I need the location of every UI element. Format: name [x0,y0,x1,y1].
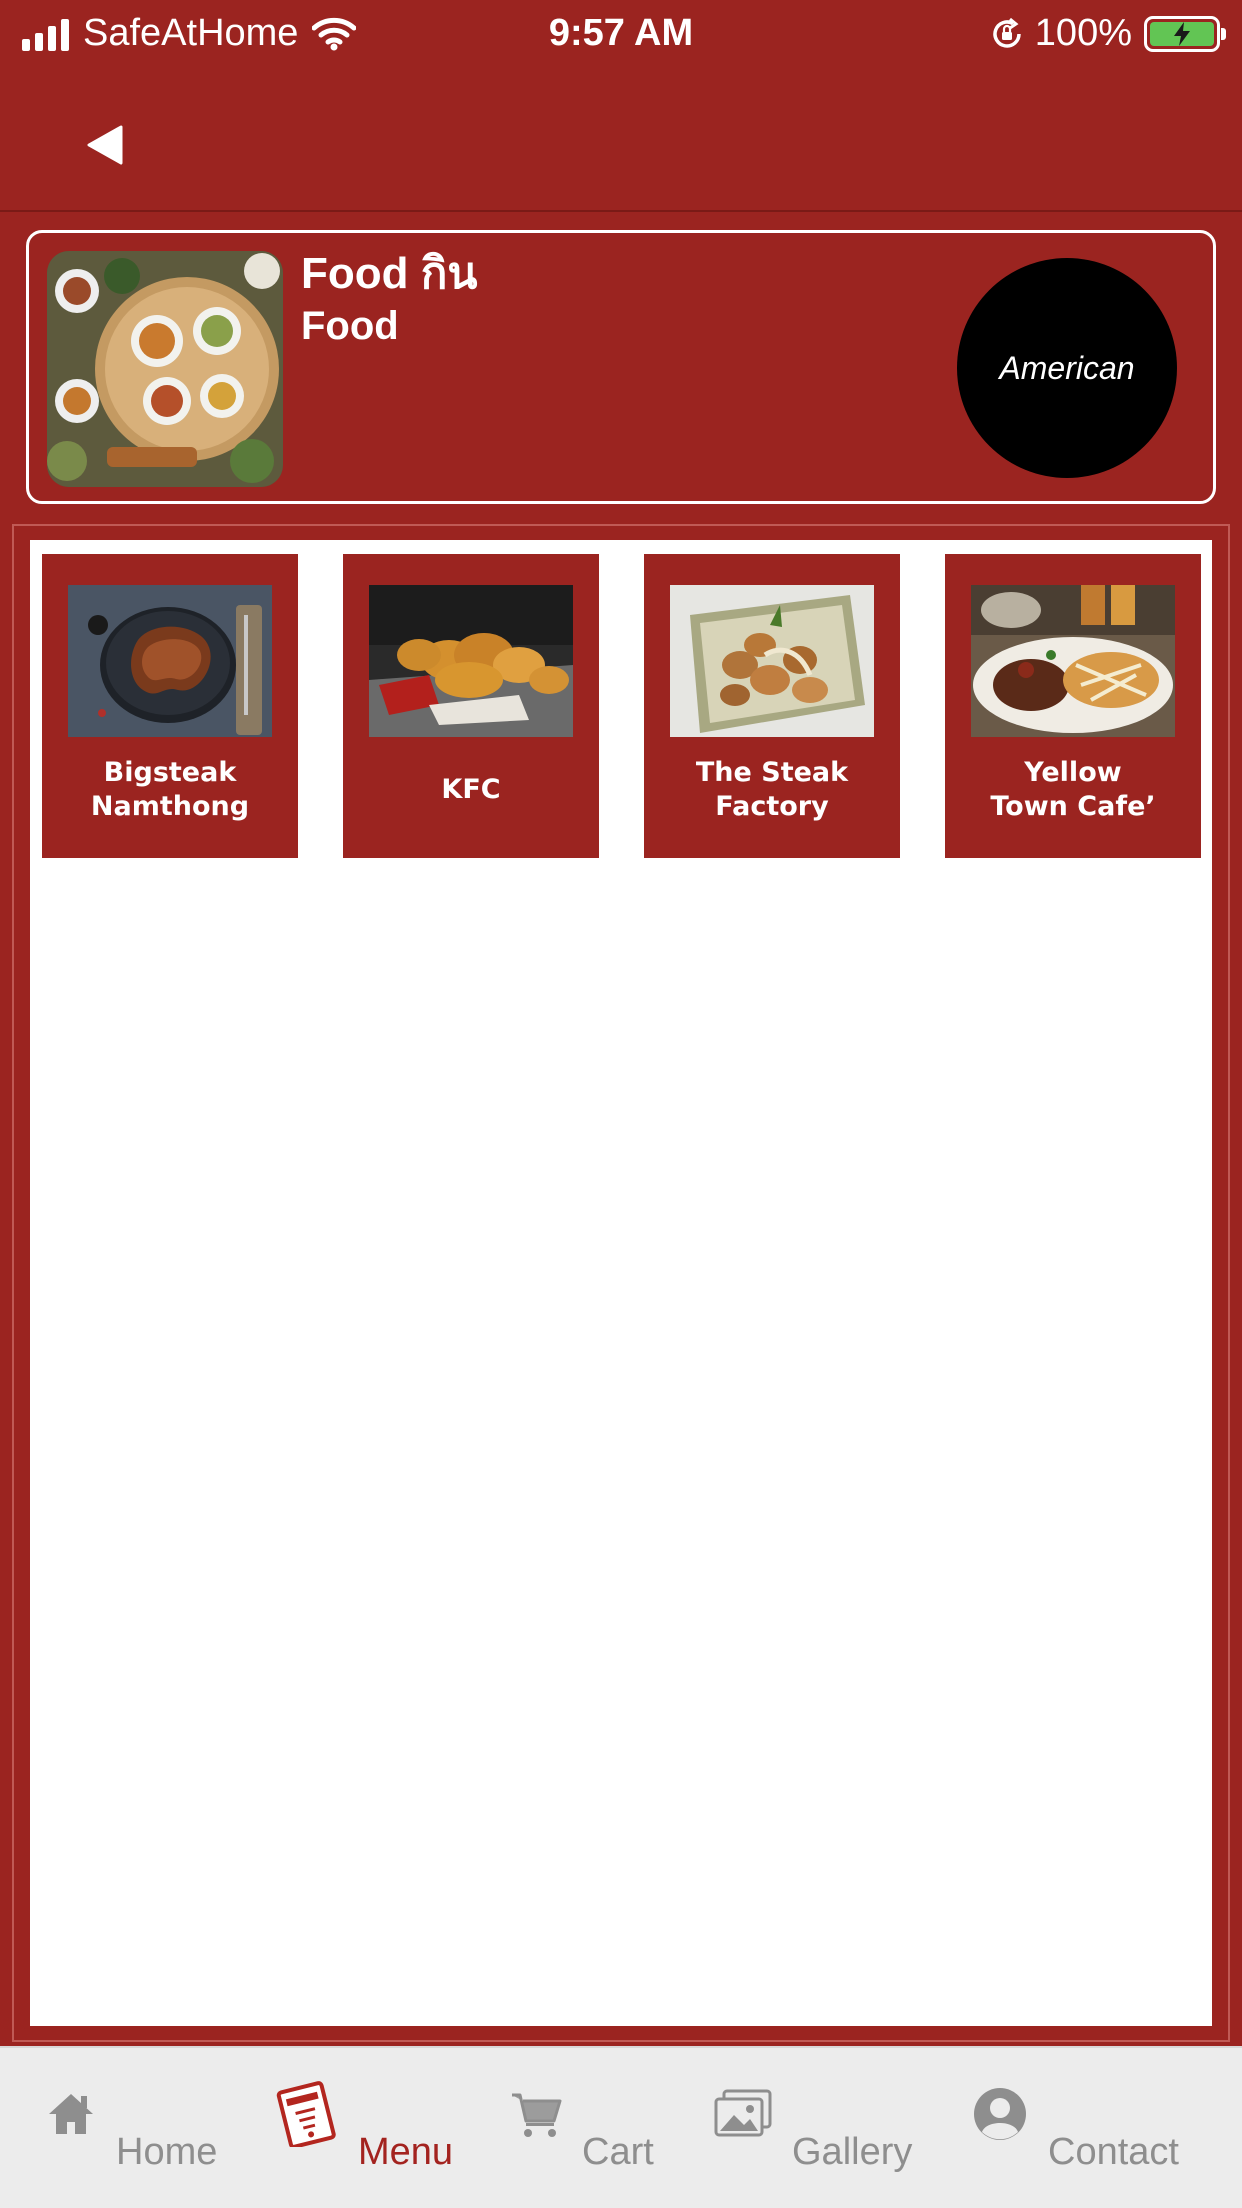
restaurant-tile-kfc[interactable]: KFC [343,554,599,858]
back-button[interactable] [70,110,140,180]
category-subtitle: Food [301,304,399,348]
restaurant-tile-bigsteak[interactable]: Bigsteak Namthong [42,554,298,858]
tab-home-label: Home [116,2130,218,2173]
cart-icon [512,2093,562,2137]
restaurant-name: Yellow Town Cafe’ [990,757,1156,822]
charging-bolt-icon [1174,21,1190,46]
battery-percent: 100% [1034,12,1132,54]
restaurant-name: KFC [441,774,501,805]
category-header-card: Food กิน Food American [26,230,1216,504]
tab-gallery[interactable]: Gallery [714,2048,912,2208]
tab-cart-label: Cart [582,2130,654,2173]
restaurant-tile-steak-factory[interactable]: The Steak Factory [644,554,900,858]
restaurant-list-panel: Bigsteak Namthong KFC The Steak Factory … [30,540,1212,2026]
tab-contact-label: Contact [1048,2130,1179,2173]
tab-cart[interactable]: Cart [510,2048,654,2208]
pork-potatoes-photo [670,585,874,737]
battery-icon [1144,15,1226,52]
tab-menu-label: Menu [358,2130,454,2173]
restaurant-name: The Steak Factory [695,757,849,822]
back-arrow-icon [87,125,123,165]
tab-contact[interactable]: Contact [972,2048,1179,2208]
tab-home[interactable]: Home [46,2048,217,2208]
tab-gallery-label: Gallery [792,2130,913,2173]
gallery-icon [714,2089,772,2137]
tab-menu[interactable]: Menu [274,2048,453,2208]
food-spread-image [47,251,283,487]
orientation-lock-icon [993,17,1021,48]
home-icon [49,2094,93,2134]
category-title: Food กิน [301,249,478,298]
navigation-bar [0,70,1242,212]
menu-book-icon [276,2081,336,2147]
steak-plate-photo [971,585,1175,737]
cuisine-badge[interactable]: American [957,258,1177,478]
restaurant-grid: Bigsteak Namthong KFC The Steak Factory … [42,554,1201,858]
status-bar: SafeAtHome 9:57 AM 100% [0,0,1242,70]
restaurant-tile-yellow-town[interactable]: Yellow Town Cafe’ [945,554,1201,858]
contact-icon [974,2088,1026,2140]
tab-bar: Home Menu Cart Gallery Contact [0,2046,1242,2208]
restaurant-name: Bigsteak Namthong [90,757,250,822]
status-right: 100% [989,12,1226,55]
steak-photo [68,585,272,737]
fried-chicken-photo [369,585,573,737]
